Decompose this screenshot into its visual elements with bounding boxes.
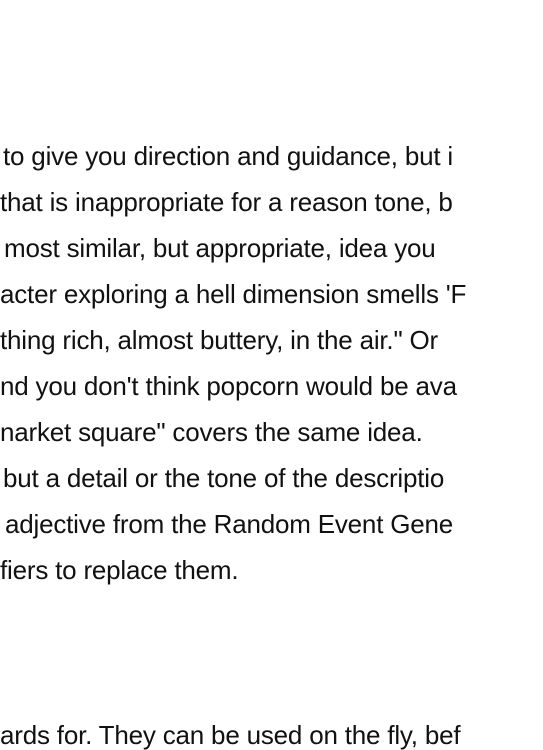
text-line: most similar, but appropriate, idea you bbox=[4, 233, 436, 263]
text-line: thing rich, almost buttery, in the air."… bbox=[0, 325, 438, 355]
text-line: that is inappropriate for a reason tone,… bbox=[0, 187, 453, 217]
text-line: to give you direction and guidance, but … bbox=[3, 141, 453, 171]
document-page: to give you direction and guidance, but … bbox=[0, 0, 543, 750]
text-line: adjective from the Random Event Gene bbox=[5, 509, 454, 539]
text-line: but a detail or the tone of the descript… bbox=[3, 463, 445, 493]
text-line: ards for. They can be used on the fly, b… bbox=[0, 720, 461, 750]
text-line: narket square" covers the same idea. bbox=[0, 417, 423, 447]
text-line: fiers to replace them. bbox=[0, 555, 239, 585]
text-line: nd you don't think popcorn would be ava bbox=[0, 371, 457, 401]
text-line: acter exploring a hell dimension smells … bbox=[0, 279, 467, 309]
